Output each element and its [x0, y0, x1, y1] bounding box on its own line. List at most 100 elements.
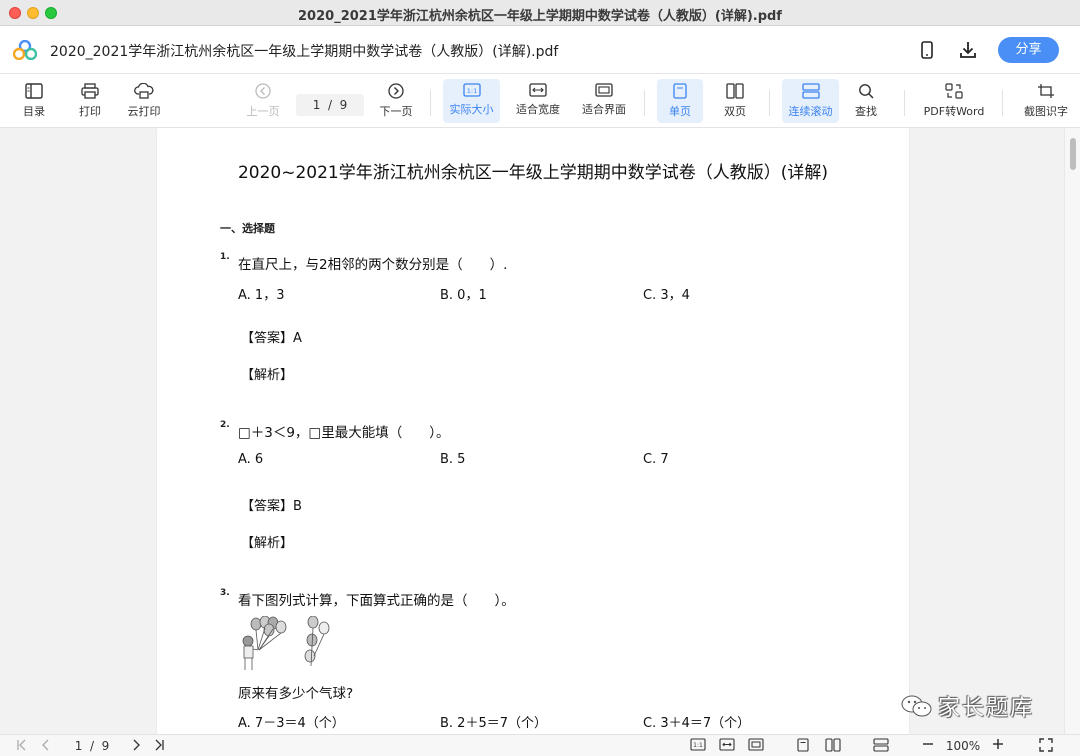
status-page-indicator[interactable]: 1 / 9: [62, 738, 122, 754]
window-titlebar: 2020_2021学年浙江杭州余杭区一年级上学期期中数学试卷（人教版）(详解).…: [0, 0, 1080, 26]
actual-size-icon-text: 1:1: [466, 87, 476, 95]
status-page-total: 9: [101, 739, 110, 753]
toolbar-divider: [430, 90, 431, 116]
double-page-button[interactable]: 双页: [714, 79, 756, 123]
option-b: B. 2＋5＝7（个）: [440, 716, 547, 731]
fit-width-button[interactable]: 适合宽度: [512, 79, 564, 123]
scrollbar-thumb[interactable]: [1070, 138, 1076, 170]
document-viewer[interactable]: 2020~2021学年浙江杭州余杭区一年级上学期期中数学试卷（人教版）(详解) …: [0, 128, 1080, 734]
ocr-label: 截图识字: [1024, 105, 1068, 118]
watermark-text: 家长题库: [938, 696, 1035, 721]
fit-width-icon: [719, 738, 735, 751]
toolbar-divider: [644, 90, 645, 116]
prev-page-button[interactable]: 上一页: [243, 79, 283, 123]
page-current: 1: [312, 98, 321, 112]
option-b: B. 0，1: [440, 288, 487, 303]
fit-width-label: 适合宽度: [516, 103, 560, 116]
status-fit-screen-button[interactable]: [747, 738, 765, 754]
status-fit-width-button[interactable]: [718, 738, 736, 754]
status-actual-size-button[interactable]: 1:1: [689, 738, 707, 754]
next-page-button[interactable]: 下一页: [376, 79, 416, 123]
question-text: □＋3＜9，□里最大能填（ ）。: [238, 425, 450, 441]
find-button[interactable]: 查找: [846, 79, 886, 123]
app-logo-icon: [13, 40, 37, 60]
fullscreen-icon: [1039, 738, 1053, 752]
printer-icon: [81, 83, 99, 99]
ocr-screenshot-button[interactable]: 截图识字: [1016, 79, 1076, 123]
print-label: 打印: [79, 105, 101, 118]
page-separator: /: [327, 98, 333, 112]
fit-width-icon: [529, 83, 547, 97]
toolbar-divider: [904, 90, 905, 116]
question-number: 2.: [220, 420, 230, 430]
find-label: 查找: [855, 105, 877, 118]
analysis: 【解析】: [241, 536, 294, 551]
question-text: 看下图列式计算，下面算式正确的是（ ）。: [238, 593, 515, 609]
cloud-print-button[interactable]: 云打印: [122, 79, 166, 123]
status-continuous-button[interactable]: [872, 738, 890, 754]
section-heading: 一、选择题: [220, 222, 275, 235]
chevron-left-circle-icon: [255, 83, 271, 99]
zoom-level[interactable]: 100%: [942, 738, 984, 754]
option-a: A. 6: [238, 452, 264, 467]
download-icon[interactable]: [957, 39, 979, 61]
toolbar: 目录 打印 云打印 上一页 1 / 9 下一页 1:1 实际大小 适合宽度 适合…: [0, 74, 1080, 128]
single-page-icon: [673, 83, 687, 99]
print-button[interactable]: 打印: [70, 79, 110, 123]
pdf-page: 2020~2021学年浙江杭州余杭区一年级上学期期中数学试卷（人教版）(详解) …: [157, 128, 909, 734]
answer: 【答案】B: [241, 499, 302, 514]
continuous-scroll-icon: [801, 83, 820, 99]
actual-size-label: 实际大小: [449, 103, 494, 116]
vertical-scrollbar[interactable]: [1064, 128, 1080, 734]
window-title: 2020_2021学年浙江杭州余杭区一年级上学期期中数学试卷（人教版）(详解).…: [298, 9, 782, 24]
status-double-page-button[interactable]: [824, 738, 842, 754]
continuous-scroll-icon: [873, 738, 889, 752]
status-next-page-button[interactable]: [128, 738, 144, 754]
question-number: 1.: [220, 252, 230, 262]
option-c: C. 3＋4＝7（个）: [643, 716, 751, 731]
balloons-illustration: [242, 616, 330, 670]
question-text: 在直尺上，与2相邻的两个数分别是（ ）.: [238, 257, 508, 273]
chevron-right-icon: [133, 739, 140, 751]
analysis: 【解析】: [241, 368, 294, 383]
fullscreen-button[interactable]: [1038, 738, 1054, 754]
actual-size-icon: 1:1: [462, 83, 481, 97]
question-number: 3.: [220, 588, 230, 598]
option-c: C. 3，4: [643, 288, 690, 303]
single-page-button[interactable]: 单页: [657, 79, 703, 123]
last-page-button[interactable]: [151, 738, 167, 754]
double-page-icon: [726, 83, 744, 99]
option-a: A. 7－3＝4（个）: [238, 716, 345, 731]
chevron-right-circle-icon: [388, 83, 404, 99]
status-actual-size-icon-text: 1:1: [693, 742, 703, 749]
pdf-to-word-icon: [945, 83, 963, 99]
option-b: B. 5: [440, 452, 466, 467]
status-page-separator: /: [89, 739, 95, 753]
fit-screen-icon: [748, 738, 764, 751]
minus-icon: [923, 743, 933, 745]
option-c: C. 7: [643, 452, 669, 467]
continuous-scroll-label: 连续滚动: [788, 105, 833, 118]
cloud-print-icon: [134, 83, 154, 99]
fit-screen-button[interactable]: 适合界面: [578, 79, 630, 123]
zoom-out-button[interactable]: [920, 738, 936, 754]
single-page-label: 单页: [669, 105, 691, 118]
phone-icon[interactable]: [916, 39, 938, 61]
page-number-input[interactable]: 1 / 9: [296, 94, 364, 116]
document-name: 2020_2021学年浙江杭州余杭区一年级上学期期中数学试卷（人教版）(详解).…: [50, 44, 559, 60]
pdf-to-word-button[interactable]: PDF转Word: [918, 79, 990, 123]
toc-icon: [25, 83, 43, 99]
crop-icon: [1038, 84, 1054, 98]
actual-size-button[interactable]: 1:1 实际大小: [443, 79, 500, 123]
continuous-scroll-button[interactable]: 连续滚动: [782, 79, 839, 123]
document-header: 2020_2021学年浙江杭州余杭区一年级上学期期中数学试卷（人教版）(详解).…: [0, 26, 1080, 74]
pdf-to-word-label: PDF转Word: [923, 105, 985, 118]
cloud-print-label: 云打印: [127, 105, 161, 118]
status-single-page-button[interactable]: [795, 738, 811, 754]
first-page-button[interactable]: [14, 738, 30, 754]
zoom-in-button[interactable]: [990, 738, 1006, 754]
toc-button[interactable]: 目录: [14, 79, 54, 123]
page-total: 9: [339, 98, 348, 112]
status-prev-page-button[interactable]: [38, 738, 54, 754]
share-button[interactable]: 分享: [998, 37, 1059, 63]
